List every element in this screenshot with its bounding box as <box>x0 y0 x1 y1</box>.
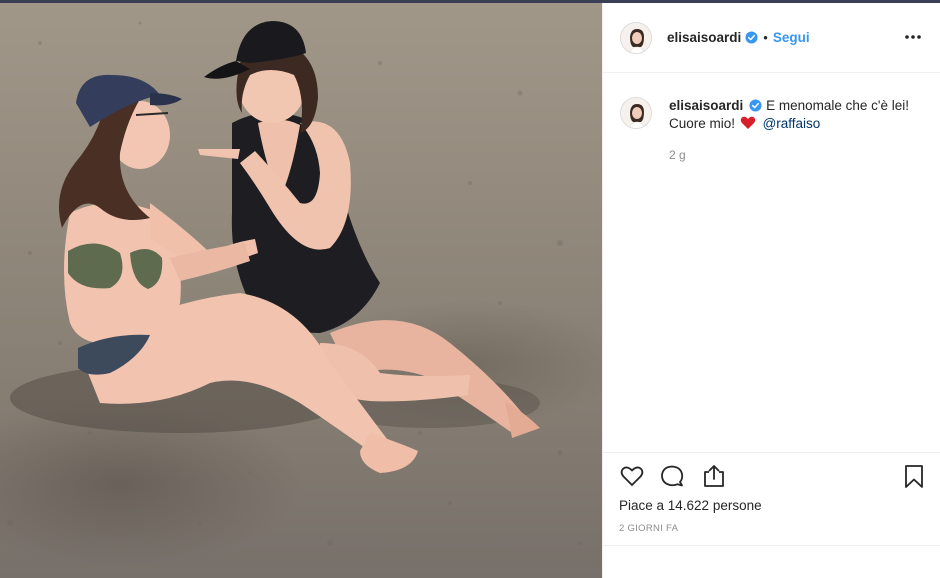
caption-timestamp[interactable]: 2 g <box>669 148 686 162</box>
follow-button[interactable]: Segui <box>773 30 810 45</box>
heart-outline-icon[interactable] <box>619 463 645 489</box>
verified-badge-icon <box>745 31 758 44</box>
bookmark-icon[interactable] <box>901 463 927 489</box>
verified-badge-icon <box>749 99 762 112</box>
comment-divider <box>603 545 940 546</box>
mention-link[interactable]: @raffaiso <box>763 116 821 131</box>
caption-avatar[interactable] <box>620 97 652 129</box>
separator-dot: • <box>763 30 768 45</box>
avatar-image <box>621 22 651 53</box>
beach-photo-illustration <box>7 21 582 546</box>
caption-block: elisaisoardi E menomale che c'è lei! Cuo… <box>620 97 930 133</box>
share-icon[interactable] <box>701 463 727 489</box>
post-photo[interactable] <box>0 3 602 578</box>
red-heart-emoji-icon <box>740 116 756 129</box>
header-username[interactable]: elisaisoardi <box>667 30 741 45</box>
caption-text: elisaisoardi E menomale che c'è lei! Cuo… <box>669 97 929 133</box>
actions-divider <box>603 452 940 453</box>
caption-avatar-image <box>621 98 651 128</box>
caption-line-1: E menomale che c'è lei! <box>766 98 909 113</box>
avatar[interactable] <box>620 21 652 54</box>
post-header: elisaisoardi • Segui <box>603 3 940 73</box>
caption-username[interactable]: elisaisoardi <box>669 98 743 113</box>
likes-count[interactable]: Piace a 14.622 persone <box>619 498 762 513</box>
more-options-icon[interactable] <box>903 27 923 47</box>
header-user-row: elisaisoardi • Segui <box>667 30 810 45</box>
comment-icon[interactable] <box>659 463 685 489</box>
post-side-panel: elisaisoardi • Segui elisaisoardi E meno… <box>602 3 940 578</box>
caption-line-2: Cuore mio! <box>669 116 736 131</box>
action-bar <box>619 463 925 491</box>
post-date[interactable]: 2 GIORNI FA <box>619 523 678 534</box>
